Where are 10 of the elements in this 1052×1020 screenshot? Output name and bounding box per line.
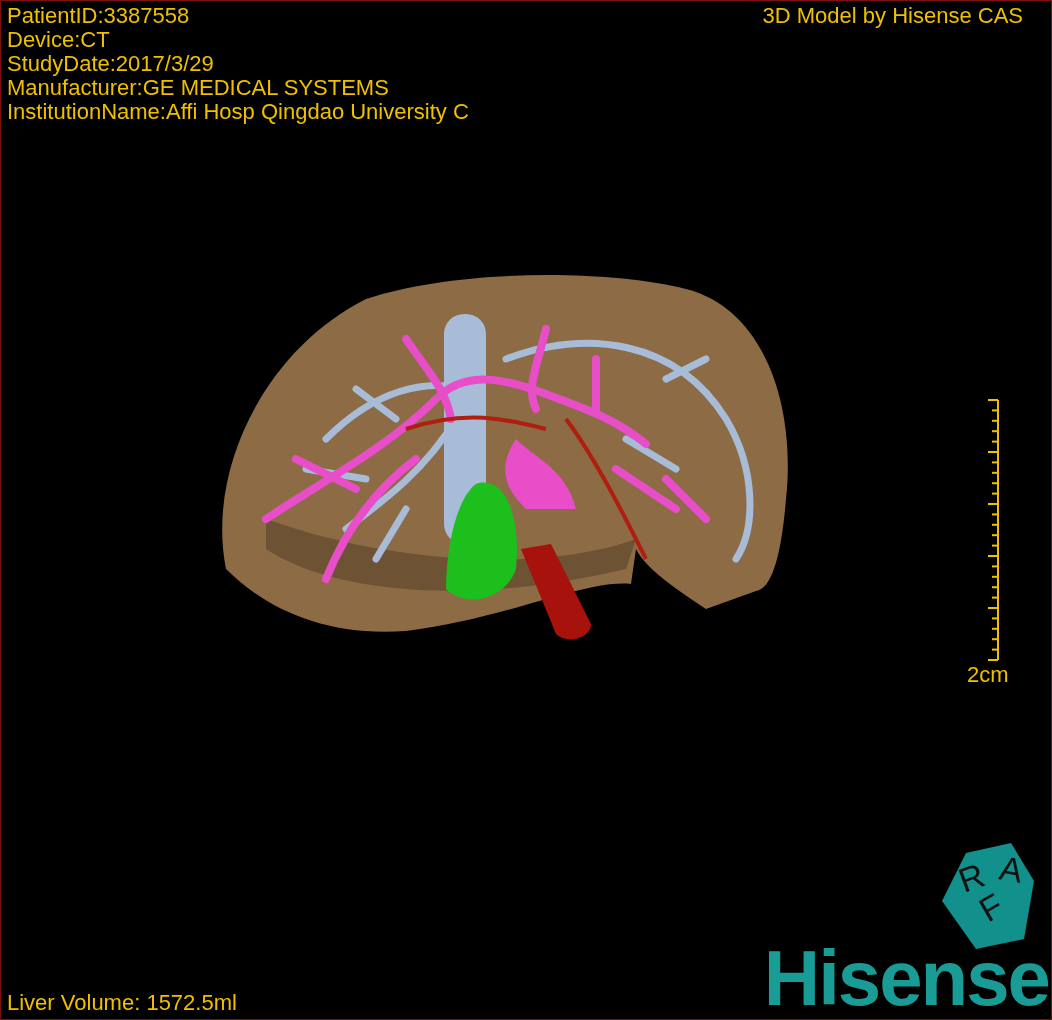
scale-label: 2cm — [967, 663, 1009, 687]
liver-volume-text: Liver Volume: 1572.5ml — [7, 991, 237, 1015]
orientation-cube[interactable] — [942, 843, 1034, 949]
dicom-info-text: Device:CT — [7, 28, 111, 52]
logo: Hisense — [763, 941, 1049, 1015]
dicom-info-text: InstitutionName:Affi Hosp Qingdao University C — [7, 100, 469, 124]
credit-text: 3D Model by Hisense CAS — [762, 4, 1023, 30]
dicom-info-text: PatientID:3387558 — [7, 4, 191, 28]
dicom-info-text: Manufacturer:GE MEDICAL SYSTEMS — [7, 76, 390, 100]
dicom-info-text: StudyDate:2017/3/29 — [7, 52, 215, 76]
